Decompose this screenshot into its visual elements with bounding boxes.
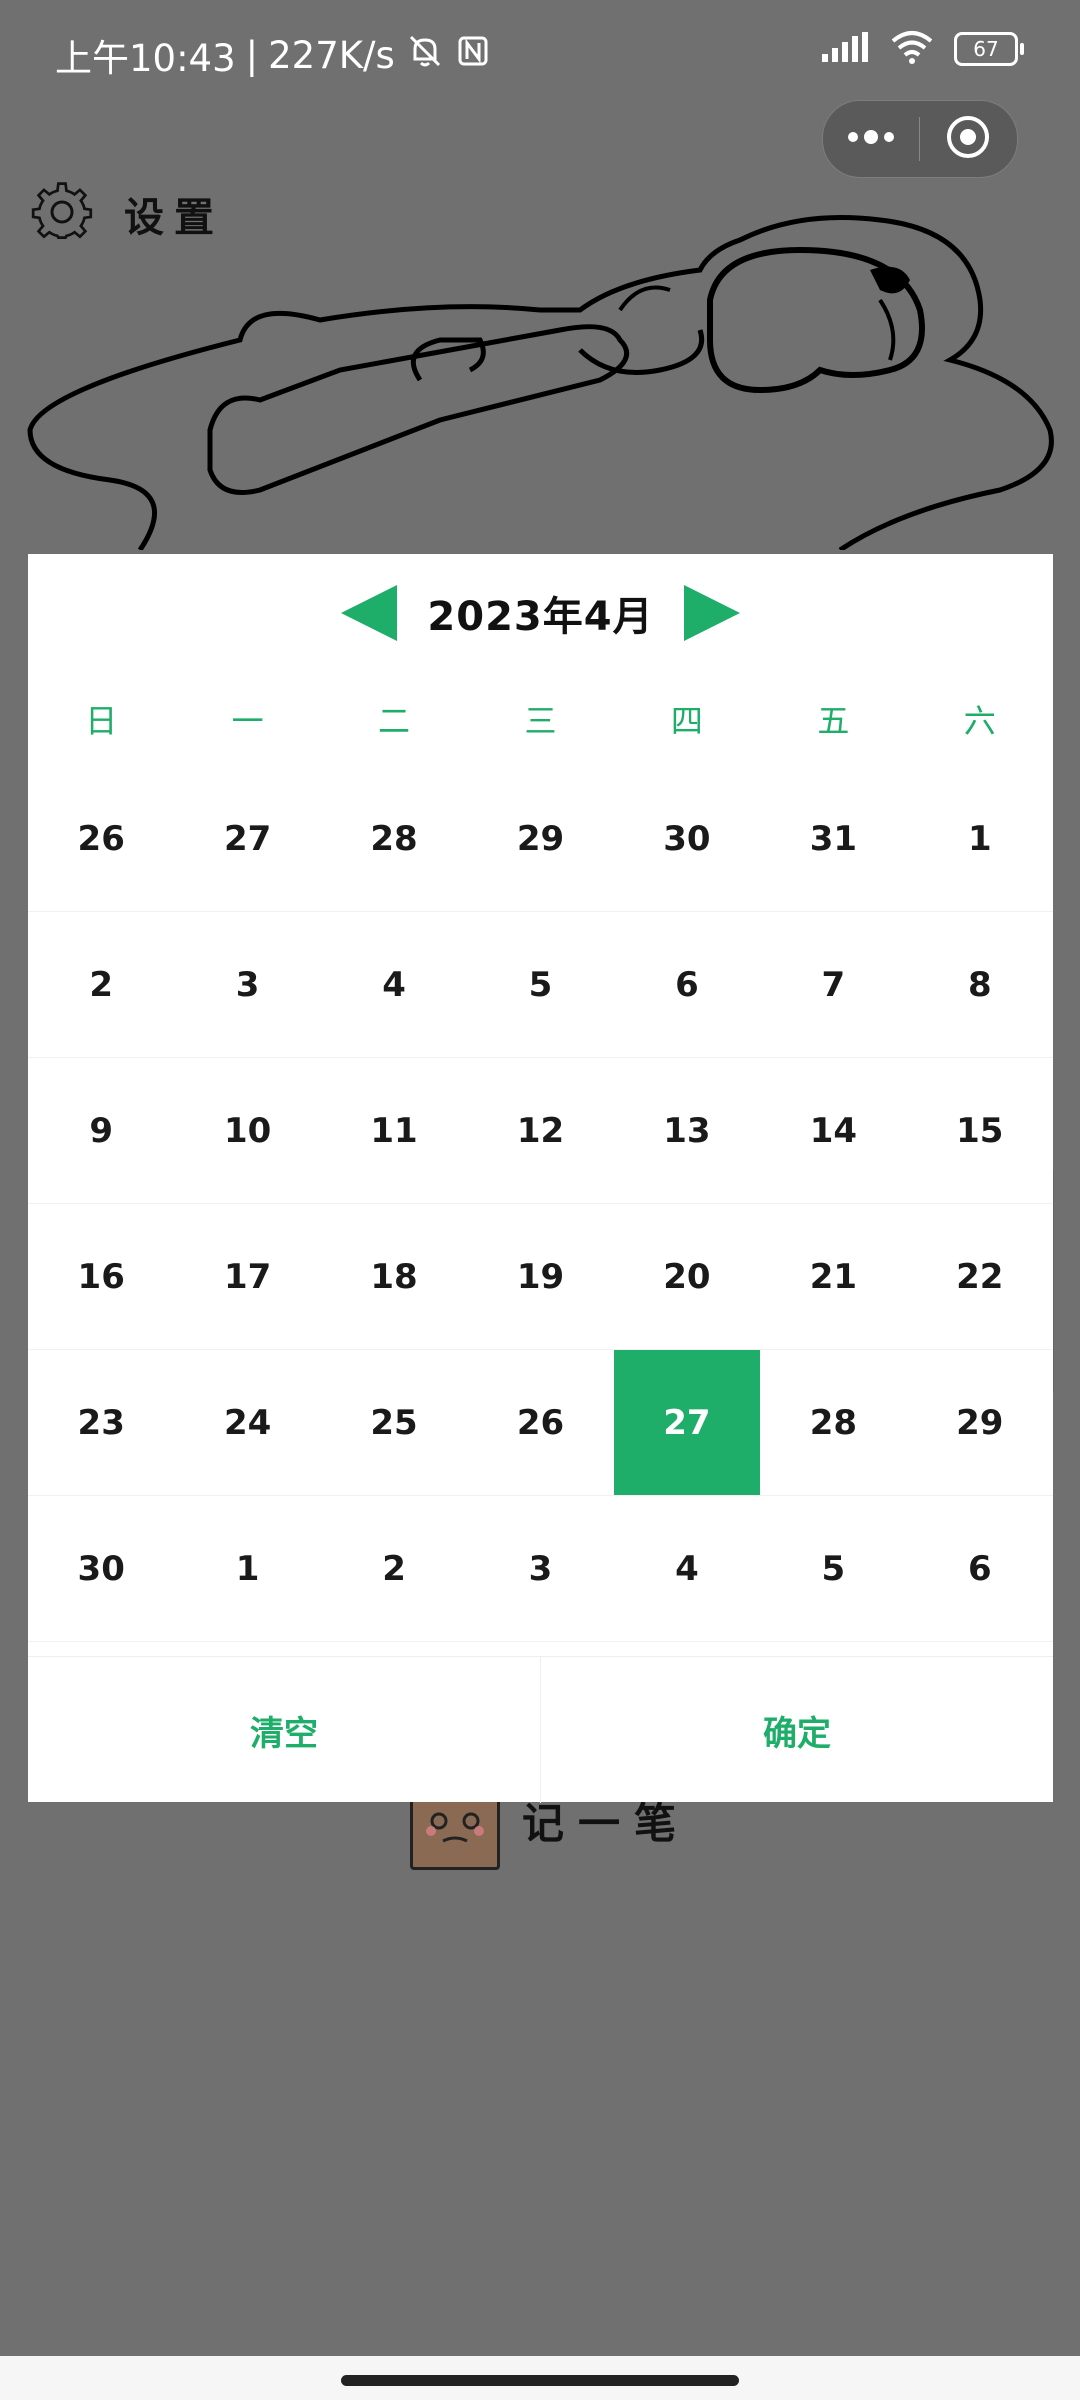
day-cell[interactable]: 4 xyxy=(613,1496,761,1642)
settings-label: 设置 xyxy=(124,195,224,241)
weekday-label: 三 xyxy=(524,702,557,740)
day-cell[interactable]: 1 xyxy=(906,766,1053,912)
day-cell[interactable]: 13 xyxy=(613,1058,761,1204)
day-cell[interactable]: 6 xyxy=(613,912,761,1058)
clear-button[interactable]: 清空 xyxy=(28,1657,540,1803)
calendar-header: 2023年4月 xyxy=(28,554,1053,672)
weekday-header: 日 一 二 三 四 五 六 xyxy=(28,672,1053,766)
wifi-icon xyxy=(890,30,934,68)
day-cell[interactable]: 2 xyxy=(28,912,175,1058)
day-cell[interactable]: 24 xyxy=(174,1350,321,1496)
day-cell[interactable]: 25 xyxy=(320,1350,468,1496)
status-time: 上午10:43 xyxy=(55,37,236,80)
battery-icon: 67 xyxy=(954,32,1024,66)
status-right: 67 xyxy=(820,30,1024,68)
day-cell[interactable]: 26 xyxy=(28,766,175,912)
close-target-icon xyxy=(945,114,991,164)
settings-button[interactable]: 设置 xyxy=(30,180,224,248)
weekday-label: 一 xyxy=(231,702,264,740)
more-dots-icon xyxy=(845,129,897,149)
more-button[interactable] xyxy=(823,101,919,177)
day-cell[interactable]: 16 xyxy=(28,1204,175,1350)
miniprogram-capsule xyxy=(822,100,1018,178)
calendar-footer: 清空 确定 xyxy=(28,1656,1053,1803)
day-cell[interactable]: 10 xyxy=(174,1058,321,1204)
day-grid: 26 27 28 29 30 31 1 2 3 4 5 6 7 8 9 10 1… xyxy=(28,766,1053,1642)
day-cell[interactable]: 12 xyxy=(467,1058,614,1204)
day-cell[interactable]: 20 xyxy=(613,1204,761,1350)
day-cell[interactable]: 9 xyxy=(28,1058,175,1204)
home-indicator[interactable] xyxy=(341,2375,739,2386)
selected-day-cell[interactable]: 27 xyxy=(613,1350,761,1496)
weekday-label: 日 xyxy=(85,702,118,740)
signal-icon xyxy=(820,32,870,66)
day-cell[interactable]: 30 xyxy=(28,1496,175,1642)
battery-level: 67 xyxy=(973,37,999,61)
status-bar: 上午10:43 | 227K/s 67 xyxy=(0,0,1080,100)
prev-month-arrow-icon[interactable] xyxy=(341,585,398,641)
day-cell[interactable]: 26 xyxy=(467,1350,614,1496)
day-cell[interactable]: 17 xyxy=(174,1204,321,1350)
weekday-label: 五 xyxy=(817,702,850,740)
gear-icon xyxy=(30,180,94,248)
day-cell[interactable]: 23 xyxy=(28,1350,175,1496)
status-divider: | xyxy=(245,33,259,77)
day-cell[interactable]: 29 xyxy=(906,1350,1053,1496)
day-cell[interactable]: 18 xyxy=(320,1204,468,1350)
day-cell[interactable]: 28 xyxy=(320,766,468,912)
day-cell[interactable]: 3 xyxy=(174,912,321,1058)
month-title: 2023年4月 xyxy=(427,594,654,640)
mute-bell-icon xyxy=(405,31,445,80)
day-cell[interactable]: 15 xyxy=(906,1058,1053,1204)
day-cell[interactable]: 5 xyxy=(467,912,614,1058)
day-cell[interactable]: 31 xyxy=(760,766,907,912)
weekday-label: 四 xyxy=(670,702,703,740)
day-cell[interactable]: 22 xyxy=(906,1204,1053,1350)
day-cell[interactable]: 11 xyxy=(320,1058,468,1204)
weekday-label: 二 xyxy=(378,702,411,740)
day-cell[interactable]: 29 xyxy=(467,766,614,912)
day-cell[interactable]: 4 xyxy=(320,912,468,1058)
day-cell[interactable]: 21 xyxy=(760,1204,907,1350)
calendar-picker: 2023年4月 日 一 二 三 四 五 六 26 27 28 29 30 31 … xyxy=(28,554,1053,1803)
weekday-label: 六 xyxy=(963,702,996,740)
day-cell[interactable]: 3 xyxy=(467,1496,614,1642)
next-month-arrow-icon[interactable] xyxy=(683,585,740,641)
day-cell[interactable]: 1 xyxy=(174,1496,321,1642)
day-cell[interactable]: 30 xyxy=(613,766,761,912)
day-cell[interactable]: 8 xyxy=(906,912,1053,1058)
nfc-icon xyxy=(455,33,491,78)
status-left: 上午10:43 | 227K/s xyxy=(55,28,491,82)
day-cell[interactable]: 5 xyxy=(760,1496,907,1642)
day-cell[interactable]: 7 xyxy=(760,912,907,1058)
status-network-speed: 227K/s xyxy=(268,33,395,77)
day-cell[interactable]: 27 xyxy=(174,766,321,912)
day-cell[interactable]: 19 xyxy=(467,1204,614,1350)
navigation-bar xyxy=(0,2356,1080,2400)
day-cell[interactable]: 6 xyxy=(906,1496,1053,1642)
close-button[interactable] xyxy=(920,101,1016,177)
day-cell[interactable]: 2 xyxy=(320,1496,468,1642)
day-cell[interactable]: 14 xyxy=(760,1058,907,1204)
day-cell[interactable]: 28 xyxy=(760,1350,907,1496)
confirm-button[interactable]: 确定 xyxy=(541,1657,1053,1803)
